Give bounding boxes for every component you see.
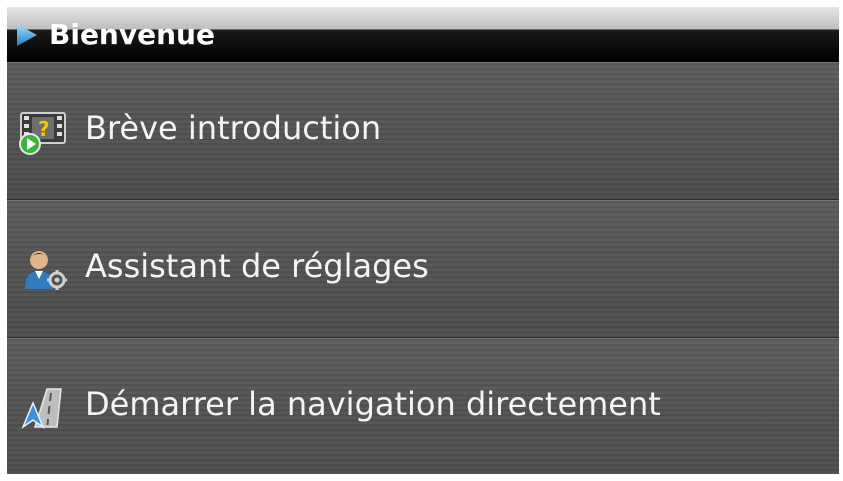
menu-item-label: Assistant de réglages	[85, 247, 429, 285]
page-title: Bienvenue	[49, 18, 215, 51]
navigation-screen: Bienvenue ? Brève introduction Assistant…	[7, 7, 839, 474]
menu-item-settings-assistant[interactable]: Assistant de réglages	[7, 200, 839, 338]
film-question-icon: ?	[17, 109, 69, 155]
main-menu: ? Brève introduction Assistant de réglag…	[7, 62, 839, 474]
menu-item-start-navigation[interactable]: Démarrer la navigation directement	[7, 338, 839, 474]
menu-item-brief-introduction[interactable]: ? Brève introduction	[7, 62, 839, 200]
menu-item-label: Brève introduction	[85, 109, 382, 147]
user-settings-icon	[17, 247, 69, 293]
title-bar: Bienvenue	[7, 7, 839, 62]
menu-item-label: Démarrer la navigation directement	[85, 385, 661, 423]
navigation-road-icon	[17, 385, 69, 431]
svg-text:?: ?	[38, 117, 50, 141]
play-arrow-icon	[15, 23, 39, 47]
